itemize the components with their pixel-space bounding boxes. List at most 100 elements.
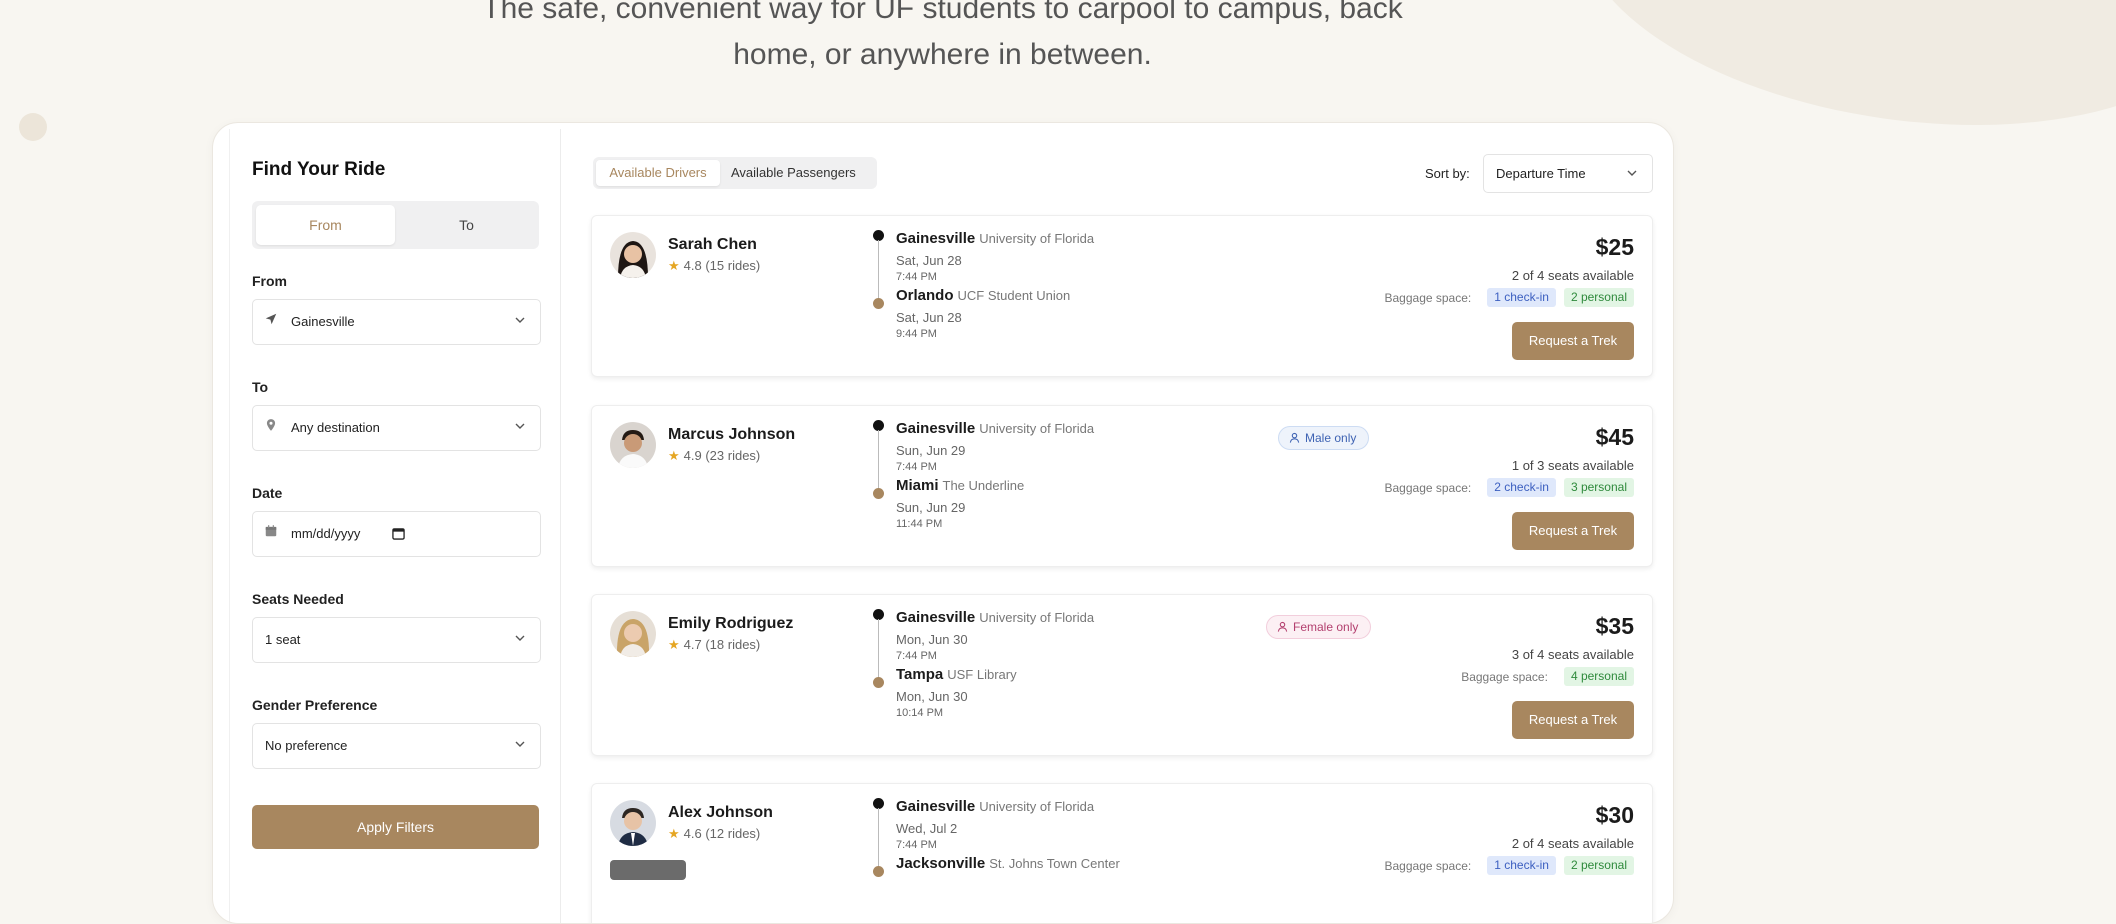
navigation-arrow-icon — [265, 313, 277, 325]
hero-tagline: The safe, convenient way for UF students… — [0, 0, 1885, 78]
to-select[interactable]: Any destination — [252, 405, 541, 451]
chevron-down-icon — [515, 741, 525, 747]
personal-badge: 2 personal — [1563, 288, 1634, 307]
driver-rating-text: 4.9 (23 rides) — [683, 448, 761, 463]
origin-time: 7:44 PM — [896, 839, 937, 851]
destination-time: 9:44 PM — [896, 328, 937, 340]
origin-date: Sun, Jun 29 — [896, 443, 966, 458]
route-line — [878, 240, 879, 302]
chevron-down-icon — [515, 635, 525, 641]
destination-city: Tampa USF Library — [896, 666, 1017, 683]
star-icon: ★ — [668, 826, 680, 841]
star-icon: ★ — [668, 258, 680, 273]
chevron-down-icon — [515, 423, 525, 429]
origin-city-name: Gainesville — [896, 609, 976, 626]
origin-city: Gainesville University of Florida — [896, 798, 1094, 815]
request-trek-button[interactable]: Request a Trek — [1512, 322, 1634, 360]
destination-city-name: Tampa — [896, 666, 944, 683]
driver-name: Marcus Johnson — [668, 426, 796, 443]
gender-select-value: No preference — [265, 738, 348, 753]
date-input[interactable]: mm/dd/yyyy — [252, 511, 541, 557]
chevron-down-icon — [515, 317, 525, 323]
driver-rating: ★ 4.9 (23 rides) — [668, 448, 760, 464]
checkin-badge: 2 check-in — [1487, 478, 1556, 497]
ride-price: $35 — [1595, 613, 1634, 639]
origin-time: 7:44 PM — [896, 650, 937, 662]
destination-place: UCF Student Union — [957, 288, 1071, 303]
seats-label: Seats Needed — [252, 591, 344, 607]
ride-finder-panel: Find Your Ride From To From Gainesville … — [212, 122, 1674, 924]
route-end-dot — [873, 677, 884, 688]
seats-select[interactable]: 1 seat — [252, 617, 541, 663]
date-input-value: mm/dd/yyyy — [291, 526, 361, 541]
sort-label: Sort by: — [1425, 166, 1470, 181]
origin-date: Sat, Jun 28 — [896, 253, 962, 268]
sort-select-value: Departure Time — [1496, 166, 1586, 181]
toggle-to[interactable]: To — [397, 205, 536, 245]
driver-action-button[interactable] — [610, 860, 686, 880]
ride-card: Marcus Johnson ★ 4.9 (23 rides) Gainesvil… — [591, 405, 1653, 567]
gender-preference-badge: Female only — [1266, 615, 1372, 639]
gender-select[interactable]: No preference — [252, 723, 541, 769]
user-icon — [1289, 432, 1300, 443]
origin-place: University of Florida — [979, 421, 1095, 436]
seats-available: 3 of 4 seats available — [1511, 647, 1634, 662]
destination-city: Orlando UCF Student Union — [896, 287, 1070, 304]
origin-city: Gainesville University of Florida — [896, 609, 1094, 626]
destination-time: 11:44 PM — [896, 518, 943, 530]
results-tabs: Available Drivers Available Passengers — [593, 157, 877, 189]
results-area: Available Drivers Available Passengers S… — [565, 123, 1660, 923]
route-end-dot — [873, 298, 884, 309]
route-end-dot — [873, 488, 884, 499]
date-label: Date — [252, 485, 283, 501]
destination-city: Miami The Underline — [896, 477, 1024, 494]
driver-name: Emily Rodriguez — [668, 615, 794, 632]
gender-preference-badge: Male only — [1278, 426, 1370, 450]
sort-select[interactable]: Departure Time — [1483, 154, 1653, 193]
star-icon: ★ — [668, 637, 680, 652]
driver-rating-text: 4.7 (18 rides) — [683, 637, 761, 652]
ride-price: $45 — [1595, 424, 1634, 450]
destination-date: Mon, Jun 30 — [896, 689, 968, 704]
origin-city-name: Gainesville — [896, 420, 976, 437]
origin-date: Mon, Jun 30 — [896, 632, 968, 647]
route-end-dot — [873, 866, 884, 877]
route-line — [878, 619, 879, 681]
from-select[interactable]: Gainesville — [252, 299, 541, 345]
destination-date: Sat, Jun 28 — [896, 310, 962, 325]
driver-name: Alex Johnson — [668, 804, 773, 821]
checkin-badge: 1 check-in — [1487, 856, 1556, 875]
request-trek-button[interactable]: Request a Trek — [1512, 701, 1634, 739]
date-picker-icon[interactable] — [392, 527, 405, 540]
star-icon: ★ — [668, 448, 680, 463]
to-label: To — [252, 379, 269, 395]
origin-place: University of Florida — [979, 231, 1095, 246]
tab-available-drivers[interactable]: Available Drivers — [596, 160, 720, 186]
destination-place: USF Library — [947, 667, 1017, 682]
origin-time: 7:44 PM — [896, 461, 937, 473]
destination-place: The Underline — [942, 478, 1025, 493]
route-line — [878, 808, 879, 870]
baggage-info: Baggage space: 1 check-in 2 personal — [1384, 288, 1634, 307]
tab-available-passengers[interactable]: Available Passengers — [731, 160, 856, 186]
baggage-label: Baggage space: — [1384, 290, 1472, 305]
origin-place: University of Florida — [979, 610, 1095, 625]
destination-date: Sun, Jun 29 — [896, 500, 966, 515]
seats-select-value: 1 seat — [265, 632, 301, 647]
destination-city-name: Orlando — [896, 287, 954, 304]
origin-city-name: Gainesville — [896, 798, 976, 815]
destination-city-name: Jacksonville — [896, 855, 986, 872]
gender-preference-text: Male only — [1305, 431, 1357, 445]
map-pin-icon — [266, 419, 276, 431]
driver-rating: ★ 4.8 (15 rides) — [668, 258, 760, 274]
apply-filters-button[interactable]: Apply Filters — [252, 805, 539, 849]
destination-city: Jacksonville St. Johns Town Center — [896, 855, 1120, 872]
request-trek-button[interactable]: Request a Trek — [1512, 512, 1634, 550]
personal-badge: 4 personal — [1563, 667, 1634, 686]
baggage-label: Baggage space: — [1384, 858, 1472, 873]
seats-available: 2 of 4 seats available — [1511, 268, 1634, 283]
baggage-info: Baggage space: 4 personal — [1461, 667, 1634, 686]
driver-avatar — [610, 232, 656, 278]
toggle-from[interactable]: From — [256, 205, 395, 245]
calendar-icon — [265, 525, 277, 537]
